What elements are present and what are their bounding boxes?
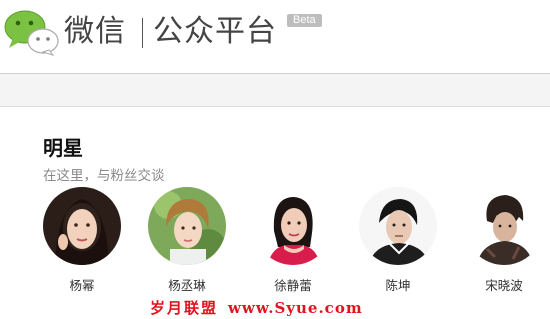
star-name[interactable]: 徐静蕾: [253, 278, 333, 294]
star-avatar[interactable]: [254, 187, 332, 265]
top-header: 微信 公众平台 Beta: [0, 0, 550, 74]
star-name[interactable]: 杨幂: [42, 278, 122, 294]
star-item[interactable]: 杨丞琳: [147, 187, 227, 294]
beta-badge: Beta: [287, 14, 322, 27]
section-subtitle: 在这里，与粉丝交谈: [43, 168, 165, 184]
brand-divider: [142, 18, 143, 48]
star-item[interactable]: 宋晓波: [464, 187, 544, 294]
star-avatar[interactable]: [359, 187, 437, 265]
section-title: 明星: [43, 136, 83, 160]
star-item[interactable]: 陈坤: [358, 187, 438, 294]
celebrity-panel: 明星 在这里，与粉丝交谈 杨幂 杨丞琳 徐静蕾 陈坤 宋晓波: [0, 106, 550, 319]
star-name[interactable]: 宋晓波: [464, 278, 544, 294]
platform-name[interactable]: 公众平台: [153, 12, 277, 52]
header-gap: [0, 75, 550, 106]
site-watermark: 岁月联盟 www.Syue.com: [150, 299, 363, 317]
star-name[interactable]: 陈坤: [358, 278, 438, 294]
star-avatar[interactable]: [43, 187, 121, 265]
star-item[interactable]: 徐静蕾: [253, 187, 333, 294]
star-name[interactable]: 杨丞琳: [147, 278, 227, 294]
star-item[interactable]: 杨幂: [42, 187, 122, 294]
brand-name[interactable]: 微信: [64, 12, 126, 52]
watermark-url: www.Syue.com: [228, 299, 363, 317]
wechat-logo-icon[interactable]: [3, 8, 59, 56]
watermark-text: 岁月联盟: [150, 299, 219, 317]
star-avatar[interactable]: [148, 187, 226, 265]
star-avatar[interactable]: [465, 187, 543, 265]
